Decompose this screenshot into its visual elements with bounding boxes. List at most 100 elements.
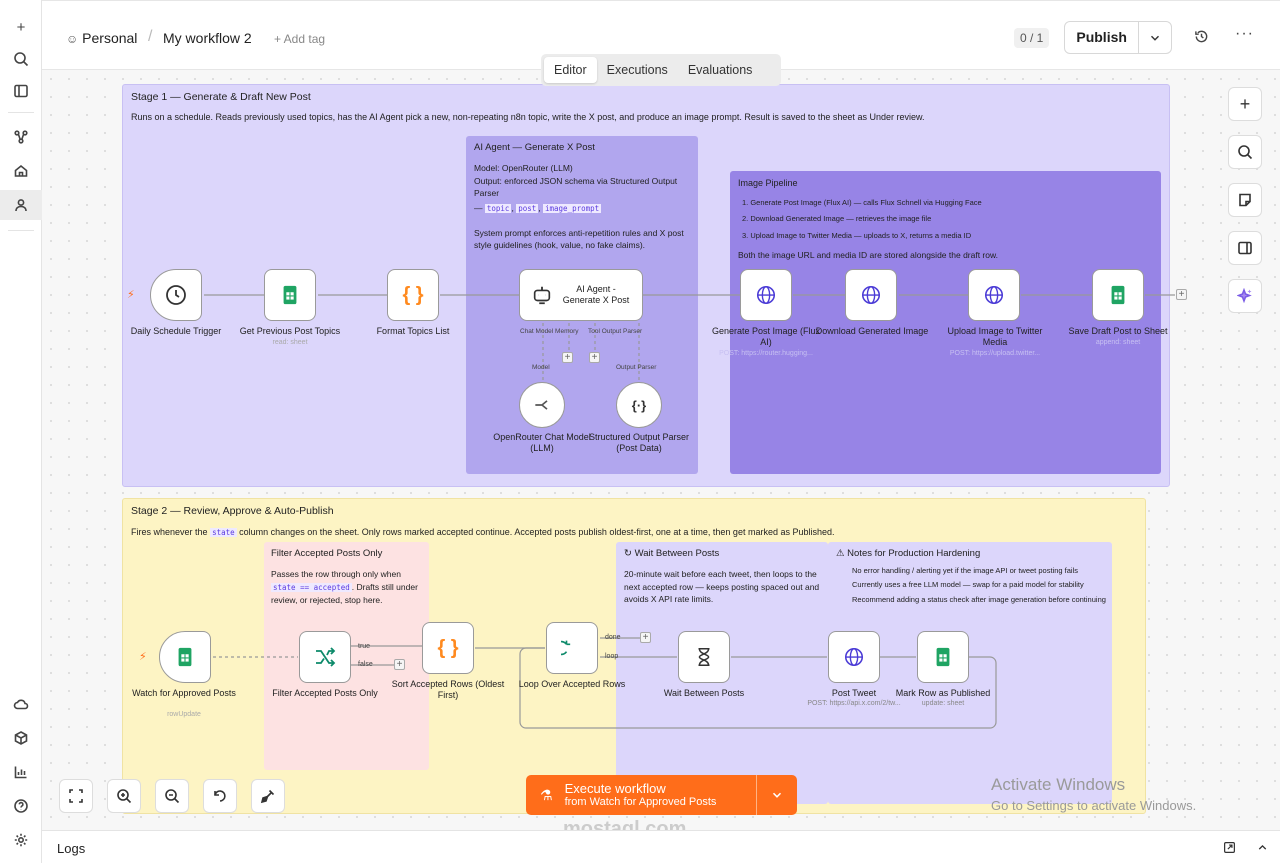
breadcrumb[interactable]: ☺ Personal [66,30,137,46]
flask-icon: ⚗ [540,786,553,803]
user-icon: ☺ [66,32,79,46]
more-icon[interactable]: ··· [1235,25,1254,43]
breadcrumb-project[interactable]: Personal [82,30,137,46]
wait-label: Wait Between Posts [663,688,745,698]
agent-port-parser: Output Parser [616,364,657,371]
panel-toggle-button[interactable] [1228,231,1262,265]
format-topics-label: Format Topics List [376,326,450,336]
sort-node[interactable]: { } [422,622,474,674]
tidy-up-button[interactable] [251,779,285,813]
user-icon[interactable] [0,190,42,220]
clock-icon [166,285,186,305]
search-nodes-button[interactable] [1228,135,1262,169]
tab-evaluations[interactable]: Evaluations [678,57,763,83]
ai-agent-label: AI Agent - Generate X Post [562,284,630,305]
loop-done-output: done [605,634,621,641]
sticky-note-icon [1239,193,1251,207]
execute-workflow-group: ⚗ Execute workflow from Watch for Approv… [526,775,797,815]
search-icon [1238,145,1253,160]
execute-chevron-icon[interactable] [756,775,797,815]
undo-button[interactable] [203,779,237,813]
ai-agent-node[interactable]: AI Agent - Generate X Post [519,269,643,321]
sidebar-toggle-icon[interactable] [0,76,42,106]
broom-icon [260,789,275,804]
wait-node[interactable] [678,631,730,683]
openrouter-node[interactable] [519,382,565,428]
openrouter-icon [535,400,548,410]
code-braces-icon: { } [437,636,459,659]
help-icon[interactable] [0,791,42,821]
zoom-in-icon [117,789,132,804]
execute-workflow-button[interactable]: ⚗ Execute workflow from Watch for Approv… [526,775,756,815]
add-memory-button[interactable]: + [562,352,573,363]
home-icon[interactable] [0,156,42,186]
filter-branch-icon [316,647,336,667]
gear-icon[interactable] [0,825,42,855]
watch-approved-node[interactable] [159,631,211,683]
tab-executions[interactable]: Executions [597,57,678,83]
add-node-after-button[interactable]: + [1176,289,1187,300]
loop-label: Loop Over Accepted Rows [518,679,626,689]
mark-published-node[interactable] [917,631,969,683]
chart-icon[interactable] [0,757,42,787]
add-tag-link[interactable]: + Add tag [274,32,325,46]
plus-icon[interactable]: + [0,12,42,42]
add-tool-button[interactable]: + [589,352,600,363]
workflow-name[interactable]: My workflow 2 [163,30,252,46]
sheets-icon [178,647,192,667]
code-braces-icon: { } [402,283,424,306]
add-done-branch-button[interactable]: + [640,632,651,643]
loop-node[interactable] [546,622,598,674]
mark-published-label: Mark Row as Published [895,688,991,698]
globe-icon [844,647,864,667]
chevron-up-icon[interactable] [1256,841,1269,859]
globe-icon [756,285,776,305]
generate-image-node[interactable] [740,269,792,321]
structured-parser-label: Structured Output Parser (Post Data) [588,432,690,453]
publish-button[interactable]: Publish [1065,22,1138,53]
fit-view-button[interactable] [59,779,93,813]
zoom-out-icon [165,789,180,804]
get-topics-sub: read: sheet [272,339,308,346]
search-icon[interactable] [0,44,42,74]
structured-parser-node[interactable]: {·} [616,382,662,428]
tab-editor[interactable]: Editor [544,57,597,83]
cloud-icon[interactable] [0,689,42,719]
upload-image-node[interactable] [968,269,1020,321]
mark-published-sub: update: sheet [921,700,965,707]
fit-view-icon [69,789,83,803]
format-topics-node[interactable]: { } [387,269,439,321]
zoom-in-button[interactable] [107,779,141,813]
ai-assistant-button[interactable] [1228,279,1262,313]
post-tweet-node[interactable] [828,631,880,683]
save-draft-node[interactable] [1092,269,1144,321]
package-icon[interactable] [0,723,42,753]
filter-node[interactable] [299,631,351,683]
get-topics-node[interactable] [264,269,316,321]
add-node-button[interactable]: + [1228,87,1262,121]
schedule-trigger-node[interactable] [150,269,202,321]
agent-port-memory: Chat Model Memory [520,328,579,335]
agent-port-model: Model [532,364,550,371]
execute-line1: Execute workflow [564,781,666,796]
download-image-node[interactable] [845,269,897,321]
watch-approved-sub: rowUpdate [167,711,201,718]
workflows-icon[interactable] [0,122,42,152]
save-draft-label: Save Draft Post to Sheet [1068,326,1168,336]
sheets-icon [283,285,297,305]
pop-out-icon[interactable] [1223,841,1236,859]
workflow-canvas[interactable]: Stage 1 — Generate & Draft New Post Runs… [42,70,1280,830]
hourglass-icon [698,648,710,666]
logs-bar[interactable]: Logs [42,830,1280,863]
zoom-out-button[interactable] [155,779,189,813]
add-false-branch-button[interactable]: + [394,659,405,670]
sparkle-icon [1237,288,1252,304]
history-icon[interactable] [1194,29,1209,49]
sticky-note-button[interactable] [1228,183,1262,217]
sheets-icon [936,647,950,667]
schedule-trigger-label: Daily Schedule Trigger [130,326,222,336]
agent-port-tool: Tool Output Parser [588,328,643,335]
filter-label: Filter Accepted Posts Only [272,688,378,698]
watch-approved-label: Watch for Approved Posts [132,688,236,698]
chevron-down-icon[interactable] [1138,22,1171,53]
